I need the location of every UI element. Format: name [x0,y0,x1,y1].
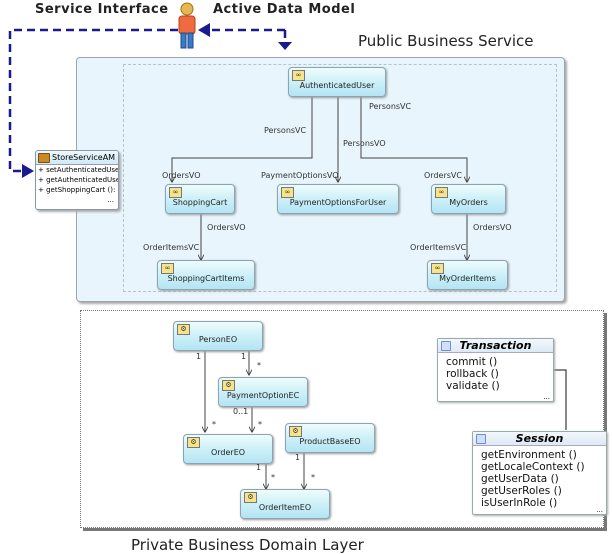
interface-icon [476,434,486,444]
operation: rollback () [446,368,499,380]
multiplicity: 1 [256,463,262,472]
multiplicity: 1 [241,352,247,361]
eo-label: ProductBaseEO [299,437,361,446]
am-method: + getAuthenticatedUse [38,176,119,184]
link-user-cart [172,93,313,182]
eo-product-base[interactable]: ⚙ ProductBaseEO [285,423,375,453]
vo-authenticated-user[interactable]: ∞ AuthenticatedUser [288,67,386,97]
am-method: + getShoppingCart (): [38,186,116,194]
operation: getLocaleContext () [481,461,585,473]
entity-object-icon: ⚙ [289,426,302,437]
active-data-model-arrowhead-left [198,23,210,37]
vo-my-order-items[interactable]: ∞ MyOrderItems [427,260,508,290]
vo-label: MyOrders [449,198,488,207]
am-more: ... [107,196,114,204]
operation: getUserData () [481,473,559,485]
link-label: OrdersVO [162,171,201,180]
link-label: PersonsVC [264,126,307,135]
user-actor-icon [176,2,198,50]
link-label: PaymentOptionsVO [261,171,339,180]
link-label: OrdersVC [424,171,462,180]
entity-object-icon: ⚙ [177,324,190,335]
active-data-model-arrowhead-down [278,42,292,50]
active-data-model-dashed-connector [206,28,287,41]
view-object-icon: ∞ [281,187,294,198]
multiplicity: 0..1 [233,407,249,416]
briefcase-icon [38,152,50,163]
view-object-icon: ∞ [169,187,182,198]
session-class[interactable]: Session getEnvironment () getLocaleConte… [472,431,607,515]
multiplicity: * [271,473,275,482]
vo-shopping-cart-items[interactable]: ∞ ShoppingCartItems [157,260,255,290]
eo-payment-option[interactable]: ⚙ PaymentOptionEC [218,377,308,407]
eo-person[interactable]: ⚙ PersonEO [173,321,263,351]
multiplicity: * [311,473,315,482]
eo-label: PaymentOptionEC [226,391,300,400]
link-label: OrderItemsVC [410,243,467,252]
more-indicator: ... [543,393,550,401]
link-label: PersonsVC [369,102,412,111]
multiplicity: * [212,420,216,429]
transaction-class[interactable]: Transaction commit () rollback () valida… [437,338,554,402]
view-object-icon: ∞ [292,70,305,81]
view-object-icon: ∞ [431,263,444,274]
link-label: OrderItemsVC [143,243,200,252]
eo-order[interactable]: ⚙ OrderEO [183,434,273,464]
service-interface-arrowhead [22,164,34,178]
vo-payment-options-for-user[interactable]: ∞ PaymentOptionsForUser [277,184,399,214]
store-service-am[interactable]: StoreServiceAM + setAuthenticatedUse + g… [35,150,119,210]
link-label: OrdersVO [473,223,512,232]
eo-order-item[interactable]: ⚙ OrderItemEO [240,489,330,519]
vo-label: AuthenticatedUser [299,81,375,90]
multiplicity: 1 [196,352,202,361]
eo-label: OrderItemEO [258,503,312,512]
class-title: Session [515,432,564,445]
am-method: + setAuthenticatedUse [38,166,119,174]
vo-label: PaymentOptionsForUser [289,198,387,207]
view-object-icon: ∞ [161,263,174,274]
multiplicity: 1 [295,453,301,462]
entity-object-icon: ⚙ [244,492,257,503]
vo-shopping-cart[interactable]: ∞ ShoppingCart [165,184,235,214]
vo-label: MyOrderItems [439,274,496,283]
eo-label: OrderEO [210,448,246,457]
view-object-icon: ∞ [435,187,448,198]
interface-icon [441,341,451,351]
operation: validate () [446,380,500,392]
more-indicator: ... [596,506,603,514]
vo-my-orders[interactable]: ∞ MyOrders [431,184,506,214]
class-title: Transaction [459,339,532,352]
entity-object-icon: ⚙ [187,437,200,448]
operation: commit () [446,356,498,368]
operation: getUserRoles () [481,485,562,497]
operation: isUserInRole () [481,497,558,509]
multiplicity: * [257,361,261,370]
multiplicity: * [258,420,262,429]
vo-label: ShoppingCartItems [167,274,245,283]
vo-label: ShoppingCart [172,198,228,207]
am-name: StoreServiceAM [52,153,116,162]
transaction-session-connector [553,369,567,430]
entity-object-icon: ⚙ [222,380,235,391]
link-label: OrdersVO [207,223,246,232]
eo-label: PersonEO [198,335,238,344]
link-label: PersonsVO [343,139,386,148]
operation: getEnvironment () [481,449,577,461]
